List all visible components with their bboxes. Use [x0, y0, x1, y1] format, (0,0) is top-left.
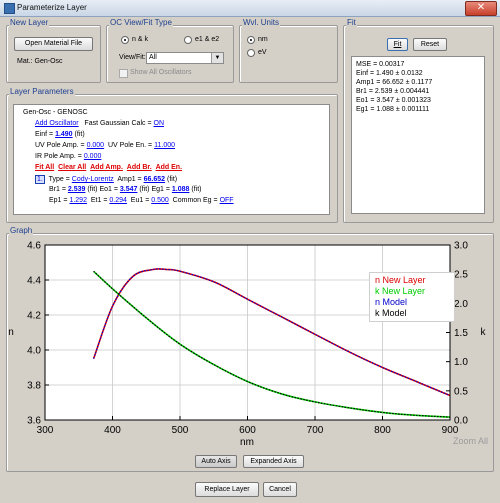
open-material-file-button[interactable]: Open Material File: [14, 37, 93, 51]
fit-tag: (fit): [191, 186, 202, 193]
app-icon: [4, 3, 15, 14]
add-en-link[interactable]: Add En.: [156, 164, 182, 171]
oc-view-title: OC View/Fit Type: [109, 18, 173, 27]
uv-amp-value[interactable]: 0.000: [87, 142, 105, 149]
uv-pole-row: UV Pole Amp. = 0.000 UV Pole En. = 11.00…: [35, 142, 175, 149]
add-oscillator-link[interactable]: Add Oscillator: [35, 120, 79, 127]
viewfit-select[interactable]: All ▼: [146, 52, 224, 64]
eu1-value[interactable]: 0.500: [151, 197, 169, 204]
ir-amp-value[interactable]: 0.000: [84, 153, 102, 160]
fit-title: Fit: [346, 18, 357, 27]
layer-name: Gen-Osc - GENOSC: [23, 109, 88, 116]
fit-result-line: Br1 = 2.539 ± 0.004441: [356, 88, 430, 95]
viewfit-label: View/Fit:: [119, 54, 146, 61]
common-eg-label: Common Eg =: [172, 197, 218, 204]
eo1-label: Eo1 =: [99, 186, 118, 193]
layer-parameters-title: Layer Parameters: [9, 87, 75, 96]
ep1-label: Ep1 =: [49, 197, 68, 204]
cancel-button[interactable]: Cancel: [263, 482, 297, 497]
fit-tag: (fit): [139, 186, 150, 193]
add-oscillator-row: Add Oscillator Fast Gaussian Calc = ON: [35, 120, 164, 127]
legend-k-model: k Model: [375, 308, 407, 318]
add-amp-link[interactable]: Add Amp.: [90, 164, 123, 171]
type-value[interactable]: Cody-Lorentz: [72, 176, 114, 183]
radio-ev-label: eV: [258, 49, 267, 56]
amp1-value[interactable]: 66.652: [144, 176, 165, 183]
show-all-checkbox[interactable]: [119, 69, 128, 78]
fit-tag: (fit): [87, 186, 98, 193]
dropdown-arrow-icon: ▼: [211, 53, 223, 63]
ir-pole-row: IR Pole Amp. = 0.000: [35, 153, 101, 160]
uv-amp-label: UV Pole Amp. =: [35, 142, 85, 149]
fast-calc-value[interactable]: ON: [154, 120, 165, 127]
chart-legend: n New Layer k New Layer n Model k Model: [369, 272, 455, 322]
legend-k-new-layer: k New Layer: [375, 286, 426, 296]
clear-all-link[interactable]: Clear All: [58, 164, 86, 171]
fit-tag: (fit): [166, 176, 178, 183]
fit-result-line: Eo1 = 3.547 ± 0.001323: [356, 97, 431, 104]
einf-label: Einf =: [35, 131, 54, 138]
uv-en-value[interactable]: 11.000: [154, 142, 175, 149]
einf-row: Einf = 1.490 (fit): [35, 131, 85, 138]
zoom-all-label[interactable]: Zoom All: [453, 436, 488, 446]
fit-result-line: Amp1 = 66.652 ± 0.1177: [356, 79, 433, 86]
action-links-row: Fit All Clear All Add Amp. Add Br. Add E…: [35, 164, 182, 171]
eu1-label: Eu1 =: [130, 197, 150, 204]
eo1-value[interactable]: 3.547: [120, 186, 138, 193]
new-layer-title: New Layer: [9, 18, 50, 27]
wvl-units-title: Wvl. Units: [242, 18, 280, 27]
br1-label: Br1 =: [49, 186, 66, 193]
reset-button[interactable]: Reset: [413, 38, 447, 51]
uv-en-label: UV Pole En. =: [107, 142, 153, 149]
replace-layer-button[interactable]: Replace Layer: [195, 482, 259, 497]
ep1-value[interactable]: 1.292: [69, 197, 87, 204]
show-all-label: Show All Oscillators: [130, 69, 192, 76]
common-eg-value[interactable]: OFF: [220, 197, 234, 204]
radio-nm-label: nm: [258, 36, 268, 43]
et1-label: Et1 =: [90, 197, 108, 204]
radio-n-k-label: n & k: [132, 36, 148, 43]
radio-nm[interactable]: [247, 36, 255, 44]
graph-title: Graph: [9, 226, 34, 235]
fit-tag: (fit): [74, 131, 85, 138]
expanded-axis-button[interactable]: Expanded Axis: [243, 455, 304, 468]
radio-n-k[interactable]: [121, 36, 129, 44]
radio-ev[interactable]: [247, 49, 255, 57]
close-button[interactable]: ✕: [465, 1, 497, 16]
type-label: Type =: [48, 176, 70, 183]
fast-calc-label: Fast Gaussian Calc =: [84, 120, 152, 127]
et1-value[interactable]: 0.294: [109, 197, 127, 204]
legend-n-model: n Model: [375, 297, 408, 307]
einf-value[interactable]: 1.490: [55, 131, 73, 138]
fit-result-line: Einf = 1.490 ± 0.0132: [356, 70, 423, 77]
fit-results-box: MSE = 0.00317 Einf = 1.490 ± 0.0132 Amp1…: [351, 56, 485, 214]
graph-group: [6, 233, 494, 472]
new-layer-group: [6, 25, 101, 83]
fit-button[interactable]: Fit: [387, 38, 408, 51]
amp1-label: Amp1 =: [117, 176, 142, 183]
radio-e1-e2-label: e1 & e2: [195, 36, 220, 43]
viewfit-value: All: [149, 54, 157, 61]
eg1-label: Eg1 =: [151, 186, 170, 193]
layer-parameters-box: Gen-Osc - GENOSC Add Oscillator Fast Gau…: [13, 104, 330, 215]
fit-result-line: Eg1 = 1.088 ± 0.001111: [356, 106, 430, 113]
eg1-value[interactable]: 1.088: [172, 186, 190, 193]
radio-e1-e2[interactable]: [184, 36, 192, 44]
br1-value[interactable]: 2.539: [68, 186, 86, 193]
window-titlebar: Parameterize Layer ✕: [0, 0, 500, 17]
legend-n-new-layer: n New Layer: [375, 275, 426, 285]
fit-result-line: MSE = 0.00317: [356, 61, 405, 68]
auto-axis-button[interactable]: Auto Axis: [195, 455, 237, 468]
fit-all-link[interactable]: Fit All: [35, 164, 54, 171]
add-br-link[interactable]: Add Br.: [127, 164, 152, 171]
ep-et-eu-row: Ep1 = 1.292 Et1 = 0.294 Eu1 = 0.500 Comm…: [49, 197, 234, 204]
oscillator-index-button[interactable]: 1.: [35, 175, 45, 184]
oscillator-type-row: 1. Type = Cody-Lorentz Amp1 = 66.652 (fi…: [35, 175, 177, 184]
br-eo-eg-row: Br1 = 2.539 (fit) Eo1 = 3.547 (fit) Eg1 …: [49, 186, 201, 193]
material-label: Mat.: Gen-Osc: [17, 58, 63, 65]
window-title: Parameterize Layer: [17, 3, 87, 12]
ir-amp-label: IR Pole Amp. =: [35, 153, 82, 160]
